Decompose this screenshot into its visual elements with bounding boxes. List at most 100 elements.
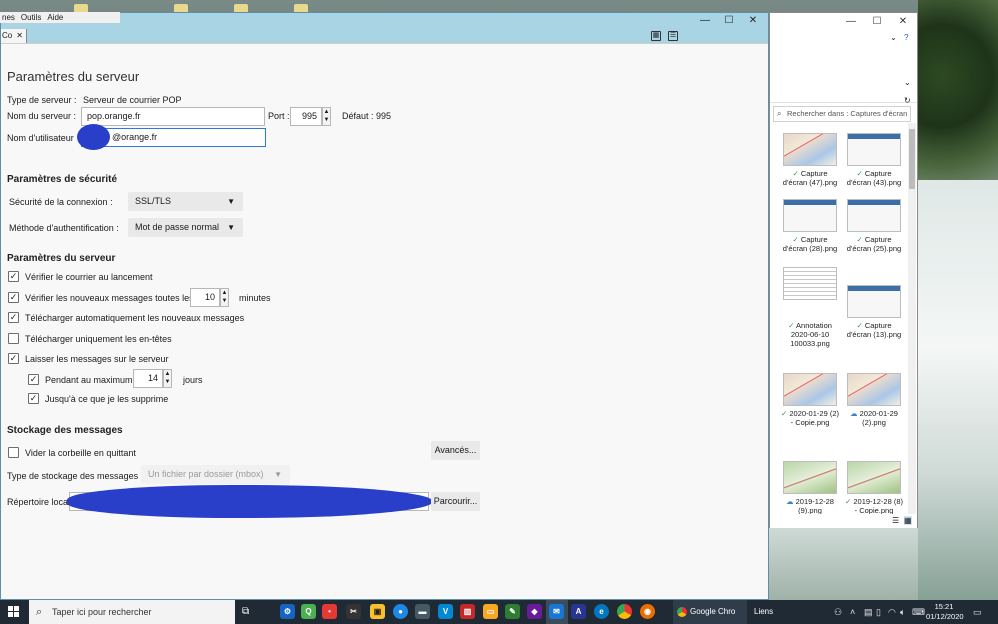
task-view-icon[interactable]: ⧉ bbox=[242, 606, 249, 617]
max-days-stepper[interactable]: ▲ ▼ bbox=[163, 369, 172, 388]
app-icon[interactable]: ▥ bbox=[460, 604, 475, 619]
windows-start-icon[interactable] bbox=[8, 606, 20, 618]
app-icon[interactable]: V bbox=[438, 604, 453, 619]
app-icon[interactable]: ▬ bbox=[415, 604, 430, 619]
file-thumbnail bbox=[783, 267, 837, 300]
thunderbird-icon[interactable]: ✉ bbox=[549, 604, 564, 619]
file-thumbnail bbox=[847, 133, 901, 166]
qgis-icon[interactable]: Q bbox=[301, 604, 316, 619]
port-input[interactable]: 995 bbox=[290, 107, 322, 126]
redaction-scribble bbox=[77, 124, 110, 150]
maximize-button[interactable]: ☐ bbox=[870, 16, 884, 27]
minimize-button[interactable]: — bbox=[844, 16, 858, 27]
taskbar-search-input[interactable]: ⌕ Taper ici pour rechercher bbox=[29, 600, 235, 624]
file-label: ✓ Capture d'écran (25).png bbox=[846, 235, 902, 253]
max-days-input[interactable]: 14 bbox=[133, 369, 163, 388]
account-settings-panel: Paramètres du serveur Type de serveur : … bbox=[1, 43, 768, 599]
chevron-down-icon[interactable]: ⌄ bbox=[890, 33, 897, 42]
check-every-checkbox[interactable]: ✓ bbox=[8, 292, 19, 303]
file-thumbnail bbox=[847, 199, 901, 232]
storage-type-label: Type de stockage des messages : bbox=[7, 471, 144, 481]
scrollbar-thumb[interactable] bbox=[909, 129, 915, 189]
menu-bar: nes Outils Aide bbox=[0, 12, 120, 23]
volume-icon[interactable]: 🔈︎ bbox=[900, 606, 905, 618]
server-type-value: Serveur de courrier POP bbox=[83, 95, 182, 105]
leave-on-server-label: Laisser les messages sur le serveur bbox=[25, 354, 169, 364]
menu-item-tools[interactable]: Outils bbox=[21, 13, 41, 22]
max-days-label: Pendant au maximum bbox=[45, 375, 133, 385]
notifications-icon[interactable]: ▭ bbox=[973, 606, 982, 618]
explorer-ribbon: ? ⌄ ⌄ ↻ bbox=[770, 31, 917, 105]
chevron-down-icon: ▼ bbox=[274, 470, 282, 479]
leave-on-server-checkbox[interactable]: ✓ bbox=[8, 353, 19, 364]
app-icon[interactable]: • bbox=[322, 604, 337, 619]
app-icon[interactable]: ● bbox=[393, 604, 408, 619]
empty-trash-label: Vider la corbeille en quittant bbox=[25, 448, 136, 458]
check-interval-input[interactable]: 10 bbox=[190, 288, 220, 307]
until-deleted-checkbox[interactable]: ✓ bbox=[28, 393, 39, 404]
redaction-scribble bbox=[67, 485, 433, 518]
auth-method-select[interactable]: Mot de passe normal ▼ bbox=[128, 218, 243, 237]
port-label: Port : bbox=[268, 111, 290, 121]
app-icon[interactable]: ◆ bbox=[527, 604, 542, 619]
close-tab-icon[interactable]: ✕ bbox=[16, 29, 23, 43]
server-name-input[interactable]: pop.orange.fr bbox=[81, 107, 265, 126]
refresh-icon[interactable]: ↻ bbox=[904, 96, 911, 105]
tasks-icon[interactable]: ☰ bbox=[668, 31, 678, 41]
edge-icon[interactable]: e bbox=[594, 604, 609, 619]
taskbar: ⌕ Taper ici pour rechercher ⧉ ⚙ Q • ✂ ▣ … bbox=[0, 600, 998, 624]
file-label: ✓ 2019-12-28 (8) - Copie.png bbox=[844, 497, 903, 515]
app-icon[interactable]: A bbox=[571, 604, 586, 619]
chrome-icon[interactable] bbox=[617, 604, 632, 619]
thumbnail-view-icon[interactable]: ▦ bbox=[904, 516, 912, 525]
chevron-down-icon: ▼ bbox=[227, 197, 235, 206]
explorer-search-input[interactable]: ⌕ Rechercher dans : Captures d'écran bbox=[773, 106, 911, 122]
close-button[interactable]: ✕ bbox=[896, 16, 910, 27]
empty-trash-checkbox[interactable] bbox=[8, 447, 19, 458]
minimize-button[interactable]: — bbox=[695, 15, 715, 27]
network-icon[interactable]: ▤ bbox=[864, 606, 873, 618]
advanced-button[interactable]: Avancés... bbox=[431, 441, 480, 460]
help-icon[interactable]: ? bbox=[904, 33, 908, 42]
tab-account-settings[interactable]: Co ✕ bbox=[1, 29, 27, 43]
max-days-checkbox[interactable]: ✓ bbox=[28, 374, 39, 385]
file-label: ✓ Capture d'écran (43).png bbox=[846, 169, 902, 187]
chrome-window-button[interactable]: Google Chro bbox=[673, 600, 747, 624]
wifi-icon[interactable]: ◠ bbox=[888, 606, 896, 618]
app-icon[interactable]: ✎ bbox=[505, 604, 520, 619]
input-method-icon[interactable]: ⌨ bbox=[912, 606, 925, 618]
firefox-icon[interactable]: ◉ bbox=[640, 604, 655, 619]
app-icon[interactable]: ✂ bbox=[346, 604, 361, 619]
port-stepper[interactable]: ▲ ▼ bbox=[322, 107, 331, 126]
system-clock[interactable]: 15:21 01/12/2020 bbox=[926, 602, 964, 622]
app-icon[interactable]: ⚙ bbox=[280, 604, 295, 619]
calendar-icon[interactable]: ▦ bbox=[651, 31, 661, 41]
chevron-up-icon[interactable]: ˄ bbox=[850, 606, 855, 618]
headers-only-checkbox[interactable] bbox=[8, 333, 19, 344]
menu-item-messages[interactable]: nes bbox=[2, 13, 15, 22]
people-icon[interactable]: ⚇ bbox=[834, 606, 842, 618]
chevron-down-icon[interactable]: ⌄ bbox=[904, 78, 911, 87]
close-button[interactable]: ✕ bbox=[743, 15, 763, 27]
menu-item-help[interactable]: Aide bbox=[47, 13, 63, 22]
page-title: Paramètres du serveur bbox=[7, 69, 140, 84]
storage-heading: Stockage des messages bbox=[7, 425, 123, 436]
battery-icon[interactable]: ▯ bbox=[876, 606, 881, 618]
security-heading: Paramètres de sécurité bbox=[7, 174, 118, 185]
auto-download-checkbox[interactable]: ✓ bbox=[8, 312, 19, 323]
check-interval-stepper[interactable]: ▲ ▼ bbox=[220, 288, 229, 307]
browse-button[interactable]: Parcourir... bbox=[431, 492, 480, 511]
maximize-button[interactable]: ☐ bbox=[719, 15, 739, 27]
chevron-down-icon: ▼ bbox=[227, 223, 235, 232]
file-explorer-icon[interactable]: ▭ bbox=[483, 604, 498, 619]
check-on-startup-checkbox[interactable]: ✓ bbox=[8, 271, 19, 282]
links-toolbar-label[interactable]: Liens bbox=[754, 600, 773, 624]
app-icon[interactable]: ▣ bbox=[370, 604, 385, 619]
details-view-icon[interactable]: ☰ bbox=[892, 516, 899, 525]
storage-type-select[interactable]: Un fichier par dossier (mbox) ▼ bbox=[141, 465, 290, 484]
connection-security-select[interactable]: SSL/TLS ▼ bbox=[128, 192, 243, 211]
file-thumbnail bbox=[783, 133, 837, 166]
explorer-scrollbar[interactable] bbox=[908, 123, 916, 515]
chrome-window-label: Google Chro bbox=[690, 607, 736, 616]
explorer-search-placeholder: Rechercher dans : Captures d'écran bbox=[787, 109, 908, 118]
